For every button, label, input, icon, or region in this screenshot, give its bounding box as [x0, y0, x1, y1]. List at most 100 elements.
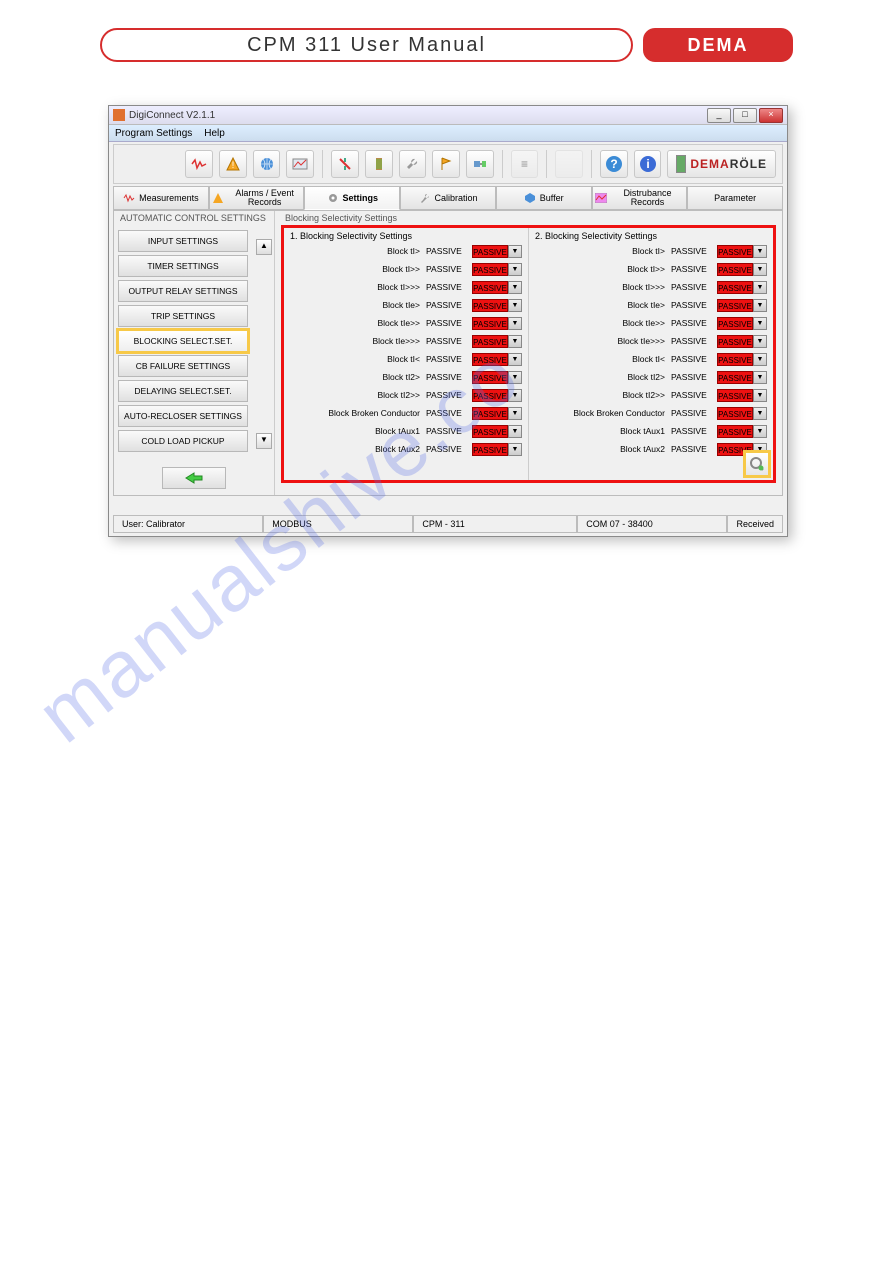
setting-dropdown[interactable]: PASSIVE▼	[717, 389, 767, 402]
info-icon[interactable]: i	[634, 150, 662, 178]
setting-dropdown[interactable]: PASSIVE▼	[472, 371, 522, 384]
setting-dropdown[interactable]: PASSIVE▼	[472, 389, 522, 402]
setting-dropdown[interactable]: PASSIVE▼	[472, 263, 522, 276]
setting-label: Block tIe>	[286, 300, 422, 310]
sidebar-item-0[interactable]: INPUT SETTINGS	[118, 230, 248, 252]
setting-label: Block tIe>>>	[531, 336, 667, 346]
scroll-up-button[interactable]: ▲	[256, 239, 272, 255]
setting-value: PASSIVE	[671, 426, 713, 436]
status-state: Received	[727, 515, 783, 533]
setting-dropdown[interactable]: PASSIVE▼	[717, 371, 767, 384]
dropdown-value: PASSIVE	[717, 407, 753, 420]
setting-label: Block tAux2	[531, 444, 667, 454]
setting-dropdown[interactable]: PASSIVE▼	[472, 281, 522, 294]
disconnect-icon[interactable]	[331, 150, 359, 178]
setting-row: Block tAux1 PASSIVE PASSIVE▼	[531, 422, 767, 440]
setting-row: Block tIe>PASSIVEPASSIVE▼	[286, 296, 522, 314]
setting-value: PASSIVE	[426, 390, 468, 400]
sidebar-item-8[interactable]: COLD LOAD PICKUP	[118, 430, 248, 452]
tab-buffer[interactable]: Buffer	[496, 186, 592, 210]
sidebar-item-2[interactable]: OUTPUT RELAY SETTINGS	[118, 280, 248, 302]
flag-icon[interactable]	[432, 150, 460, 178]
globe-icon[interactable]	[253, 150, 281, 178]
sidebar-item-7[interactable]: AUTO-RECLOSER SETTINGS	[118, 405, 248, 427]
setting-dropdown[interactable]: PASSIVE▼	[717, 317, 767, 330]
warning-icon[interactable]: !	[219, 150, 247, 178]
tab-parameter[interactable]: Parameter	[687, 186, 783, 210]
scroll-down-button[interactable]: ▼	[256, 433, 272, 449]
menu-help[interactable]: Help	[204, 128, 225, 139]
window-title: DigiConnect V2.1.1	[129, 110, 707, 121]
setting-value: PASSIVE	[671, 318, 713, 328]
setting-dropdown[interactable]: PASSIVE▼	[472, 443, 522, 456]
menu-program-settings[interactable]: Program Settings	[115, 128, 192, 139]
setting-dropdown[interactable]: PASSIVE▼	[717, 425, 767, 438]
wrench-icon[interactable]	[399, 150, 427, 178]
tabs: Measurements Alarms / Event Records Sett…	[113, 186, 783, 210]
tab-label: Measurements	[139, 194, 199, 203]
setting-row: Block Broken ConductorPASSIVEPASSIVE▼	[531, 404, 767, 422]
tab-settings[interactable]: Settings	[304, 186, 400, 210]
maximize-button[interactable]: □	[733, 108, 757, 123]
connect-icon[interactable]	[466, 150, 494, 178]
back-button[interactable]	[162, 467, 226, 489]
minimize-button[interactable]: _	[707, 108, 731, 123]
dropdown-value: PASSIVE	[472, 353, 508, 366]
signal-icon[interactable]: ≡	[511, 150, 539, 178]
setting-dropdown[interactable]: PASSIVE▼	[472, 407, 522, 420]
tab-calibration[interactable]: Calibration	[400, 186, 496, 210]
setting-dropdown[interactable]: PASSIVE▼	[472, 317, 522, 330]
dropdown-value: PASSIVE	[717, 389, 753, 402]
sidebar-item-4[interactable]: BLOCKING SELECT.SET.	[118, 330, 248, 352]
setting-dropdown[interactable]: PASSIVE▼	[717, 245, 767, 258]
setting-value: PASSIVE	[671, 408, 713, 418]
tab-measurements[interactable]: Measurements	[113, 186, 209, 210]
setting-label: Block tI>>	[531, 264, 667, 274]
chevron-down-icon: ▼	[508, 407, 522, 420]
setting-value: PASSIVE	[426, 264, 468, 274]
setting-dropdown[interactable]: PASSIVE▼	[717, 281, 767, 294]
column-1: 1. Blocking Selectivity Settings Block t…	[284, 228, 528, 480]
sidebar-item-3[interactable]: TRIP SETTINGS	[118, 305, 248, 327]
setting-dropdown[interactable]: PASSIVE▼	[717, 299, 767, 312]
tab-alarms[interactable]: Alarms / Event Records	[209, 186, 305, 210]
setting-dropdown[interactable]: PASSIVE▼	[717, 263, 767, 276]
chevron-down-icon: ▼	[508, 281, 522, 294]
dropdown-value: PASSIVE	[717, 245, 753, 258]
setting-dropdown[interactable]: PASSIVE▼	[472, 245, 522, 258]
setting-dropdown[interactable]: PASSIVE▼	[717, 353, 767, 366]
setting-dropdown[interactable]: PASSIVE▼	[472, 299, 522, 312]
column-2-title: 2. Blocking Selectivity Settings	[531, 230, 767, 242]
setting-dropdown[interactable]: PASSIVE▼	[472, 353, 522, 366]
dropdown-value: PASSIVE	[717, 317, 753, 330]
setting-row: Block tI>PASSIVEPASSIVE▼	[286, 242, 522, 260]
setting-label: Block tAux1	[286, 426, 422, 436]
setting-row: Block tI<PASSIVEPASSIVE▼	[531, 350, 767, 368]
setting-dropdown[interactable]: PASSIVE▼	[717, 407, 767, 420]
transformer-icon[interactable]	[365, 150, 393, 178]
tab-disturbance[interactable]: Distrubance Records	[592, 186, 688, 210]
chevron-down-icon: ▼	[508, 263, 522, 276]
dropdown-value: PASSIVE	[717, 281, 753, 294]
setting-value: PASSIVE	[426, 318, 468, 328]
waveform-icon[interactable]	[185, 150, 213, 178]
help-icon[interactable]: ?	[600, 150, 628, 178]
status-port: COM 07 - 38400	[577, 515, 727, 533]
setting-value: PASSIVE	[671, 390, 713, 400]
close-button[interactable]: ×	[759, 108, 783, 123]
settings-groupbox: 1. Blocking Selectivity Settings Block t…	[281, 225, 776, 483]
setting-dropdown[interactable]: PASSIVE▼	[472, 425, 522, 438]
blank-icon[interactable]	[555, 150, 583, 178]
setting-row: Block tI>>PASSIVEPASSIVE▼	[286, 260, 522, 278]
chart-icon[interactable]	[286, 150, 314, 178]
setting-value: PASSIVE	[671, 444, 713, 454]
setting-label: Block tAux1	[531, 426, 667, 436]
setting-dropdown[interactable]: PASSIVE▼	[472, 335, 522, 348]
setting-dropdown[interactable]: PASSIVE▼	[717, 335, 767, 348]
apply-button[interactable]	[743, 450, 771, 478]
waveform-icon	[123, 192, 135, 204]
sidebar-item-6[interactable]: DELAYING SELECT.SET.	[118, 380, 248, 402]
setting-label: Block Broken Conductor	[531, 408, 667, 418]
sidebar-item-5[interactable]: CB FAILURE SETTINGS	[118, 355, 248, 377]
sidebar-item-1[interactable]: TIMER SETTINGS	[118, 255, 248, 277]
